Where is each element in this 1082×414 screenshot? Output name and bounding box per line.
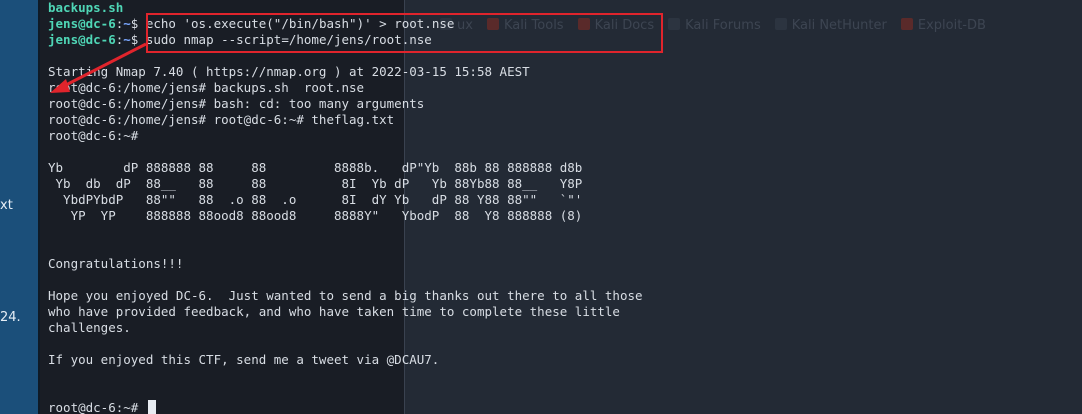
screenshot-stage: xt 24. ux Kali Tools Kali Docs Kali Forums K… bbox=[0, 0, 1082, 414]
red-arrow-annotation bbox=[50, 42, 147, 93]
